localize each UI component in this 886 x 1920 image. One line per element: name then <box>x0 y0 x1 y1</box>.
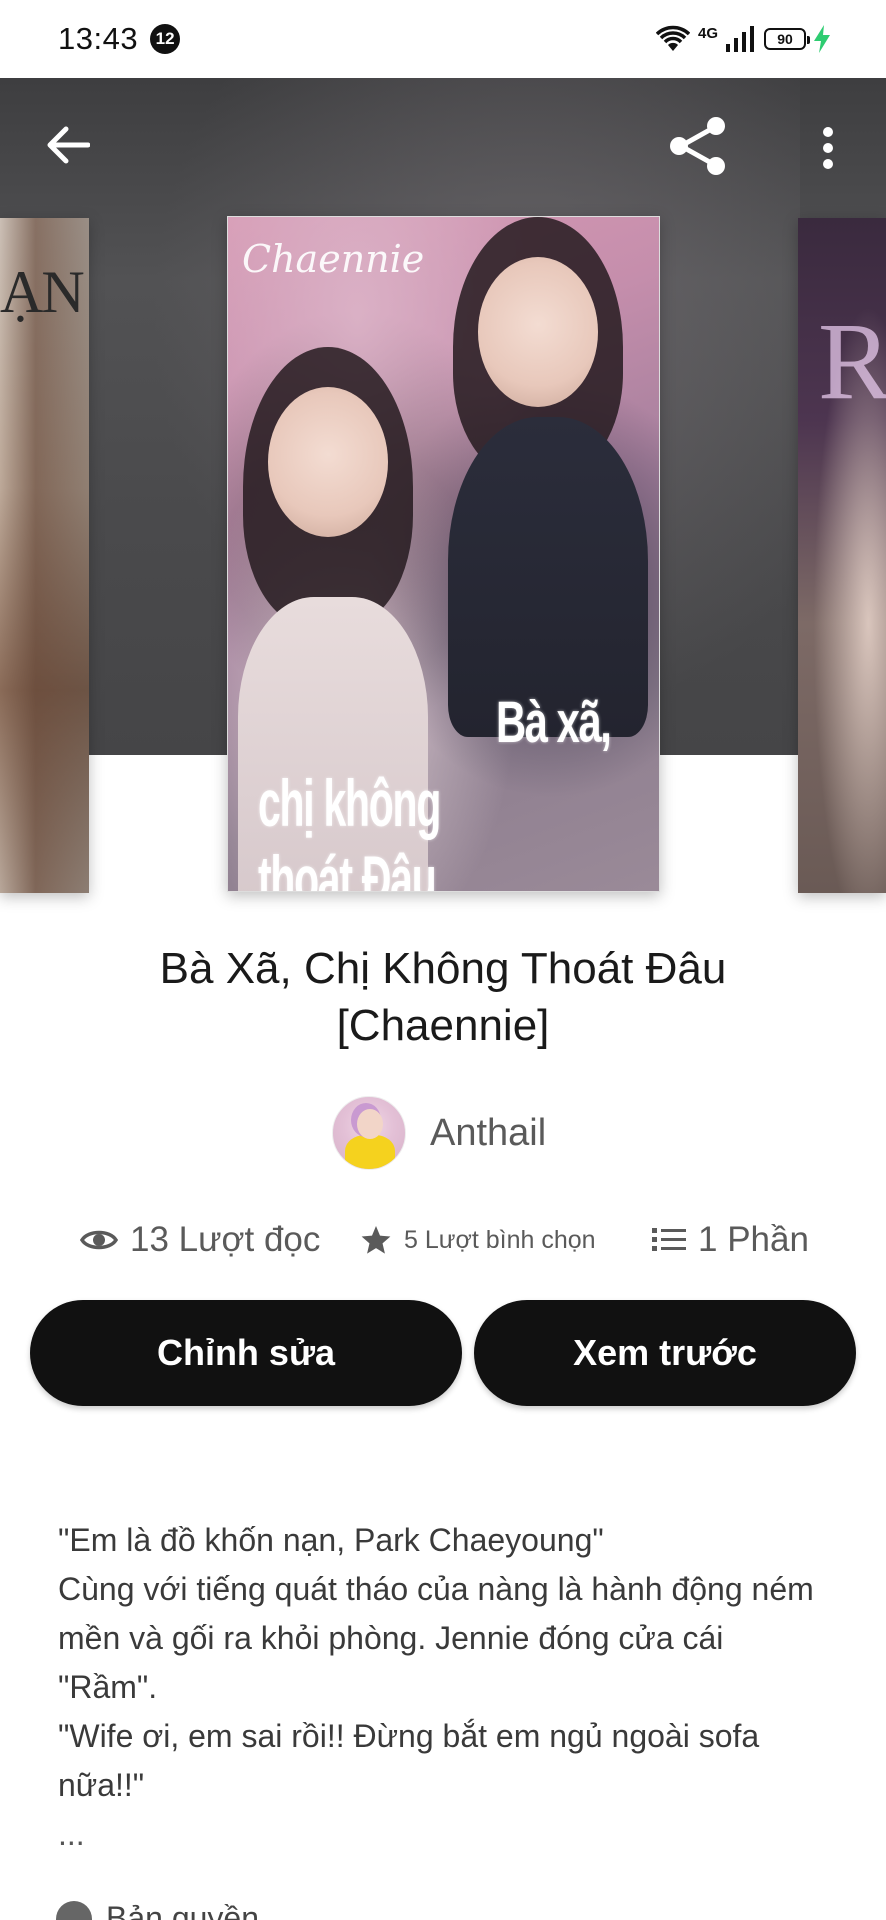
avatar-body <box>345 1135 395 1169</box>
reads-count: 13 Lượt đọc <box>130 1220 321 1259</box>
list-icon <box>652 1228 686 1251</box>
wifi-icon <box>655 25 690 51</box>
description-line: "Wife ơi, em sai rồi!! Đừng bắt em ngủ n… <box>58 1718 769 1803</box>
cover-title-line1: Bà xã, <box>496 690 612 755</box>
network-type-label: 4G <box>697 24 718 42</box>
parts-count: 1 Phần <box>698 1220 809 1259</box>
story-title: Bà Xã, Chị Không Thoát Đâu [Chaennie] <box>159 944 727 1050</box>
prev-story-cover[interactable]: ẠN <box>0 218 89 893</box>
eye-icon <box>80 1230 118 1250</box>
share-button[interactable] <box>664 112 732 180</box>
battery-icon: 90 <box>764 28 810 50</box>
votes-stat: 5 Lượt bình chọn <box>360 1210 596 1270</box>
cover-script-title: Chaennie <box>242 237 425 281</box>
description-line: Cùng với tiếng quát tháo của nàng là hàn… <box>58 1571 823 1705</box>
story-cover[interactable]: Chaennie Bà xã, chị không thoát Đâu <box>227 216 660 892</box>
more-vertical-icon <box>823 127 833 169</box>
preview-button[interactable]: Xem trước <box>474 1300 856 1406</box>
more-options-button[interactable] <box>808 116 848 180</box>
charging-bolt-icon <box>814 25 830 53</box>
copyright-icon <box>56 1900 92 1920</box>
edit-button[interactable]: Chỉnh sửa <box>30 1300 462 1406</box>
status-bar: 13:43 12 4G 90 <box>0 0 886 78</box>
star-icon <box>361 1226 391 1254</box>
cover-title-line2: chị không thoát Đâu <box>258 766 441 892</box>
cover-figure-face <box>478 257 598 407</box>
story-details-screen: 13:43 12 4G 90 ẠN R Chaennie Bà xã, chị … <box>0 0 886 1920</box>
story-description[interactable]: "Em là đồ khốn nạn, Park Chaeyoung" Cùng… <box>58 1516 828 1859</box>
avatar-head <box>357 1109 383 1139</box>
share-icon <box>670 117 725 175</box>
back-button[interactable] <box>36 113 100 177</box>
author-avatar <box>332 1096 406 1170</box>
author-name: Anthail <box>430 1111 547 1154</box>
copyright-text: Bản quyền <box>106 1900 260 1920</box>
votes-count: 5 Lượt bình chọn <box>404 1225 596 1254</box>
next-cover-text: R <box>818 300 886 422</box>
parts-stat: 1 Phần <box>652 1210 809 1270</box>
reads-stat: 13 Lượt đọc <box>80 1210 320 1270</box>
arrow-left-icon <box>47 126 90 164</box>
next-story-cover[interactable]: R <box>798 218 886 893</box>
author-link[interactable]: Anthail <box>332 1096 546 1170</box>
description-ellipsis: ... <box>58 1816 85 1852</box>
notification-count-badge: 12 <box>150 24 181 54</box>
cover-figure-face <box>268 387 388 537</box>
prev-cover-text: ẠN <box>0 259 85 325</box>
signal-icon <box>726 26 754 52</box>
copyright-row: Bản quyền <box>56 1900 259 1920</box>
status-time: 13:43 <box>58 21 139 56</box>
description-line: "Em là đồ khốn nạn, Park Chaeyoung" <box>58 1522 604 1558</box>
status-icons: 4G 90 <box>655 24 830 53</box>
story-stats: 13 Lượt đọc 5 Lượt bình chọn 1 Phần <box>0 1210 886 1270</box>
battery-level: 90 <box>777 31 793 47</box>
